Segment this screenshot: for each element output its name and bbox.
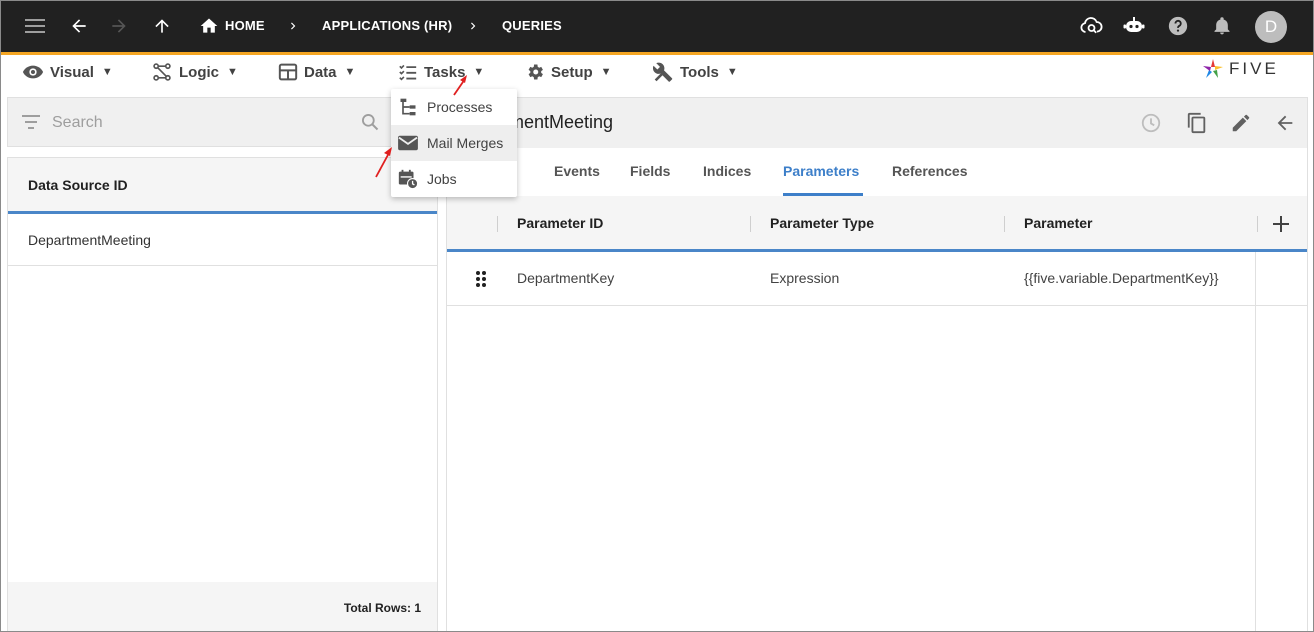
cloud-search-icon[interactable] <box>1079 14 1103 38</box>
menu-visual[interactable]: Visual ▼ <box>22 61 113 83</box>
cell-parameter-type: Expression <box>770 270 840 286</box>
column-separator[interactable] <box>750 216 751 232</box>
add-plus-icon[interactable] <box>1272 215 1290 233</box>
data-source-list: Data Source ID DepartmentMeeting Total R… <box>7 157 438 631</box>
caret-down-icon: ▼ <box>473 66 485 78</box>
caret-down-icon: ▼ <box>344 66 356 78</box>
drag-handle-icon[interactable] <box>475 270 487 288</box>
annotation-arrow-tasks <box>453 75 467 96</box>
search-input[interactable]: Search <box>52 114 103 132</box>
record-title: mentMeeting <box>509 112 614 132</box>
app-window: HOME APPLICATIONS (HR) QUERIES D Visual … <box>0 0 1314 632</box>
menu-tools[interactable]: Tools ▼ <box>653 61 738 83</box>
tab-references[interactable]: References <box>892 163 968 179</box>
column-header-parameter-type[interactable]: Parameter Type <box>770 215 874 231</box>
chevron-right-icon <box>281 14 305 38</box>
chevron-right-icon <box>461 14 485 38</box>
list-item[interactable]: DepartmentMeeting <box>8 214 437 266</box>
list-item-label: DepartmentMeeting <box>28 232 151 248</box>
help-icon[interactable] <box>1166 14 1190 38</box>
grid-column-divider <box>1255 252 1256 631</box>
process-flow-icon <box>396 95 420 119</box>
column-header-parameter-id[interactable]: Parameter ID <box>517 215 603 231</box>
caret-down-icon: ▼ <box>726 66 738 78</box>
menu-tasks[interactable]: Tasks ▼ <box>398 61 484 83</box>
five-logo: FIVE <box>1201 57 1279 81</box>
detail-tabs: l Events Fields Indices Parameters Refer… <box>447 148 1307 196</box>
chatbot-icon[interactable] <box>1122 14 1146 38</box>
menu-visual-label: Visual <box>50 63 94 81</box>
column-header-parameter[interactable]: Parameter <box>1024 215 1093 231</box>
column-separator[interactable] <box>1257 216 1258 232</box>
tab-fields[interactable]: Fields <box>630 163 670 179</box>
gear-icon <box>528 64 543 80</box>
five-logo-text: FIVE <box>1229 59 1279 78</box>
list-footer: Total Rows: 1 <box>8 582 437 631</box>
column-header-data-source-id: Data Source ID <box>28 177 128 193</box>
edit-pencil-icon[interactable] <box>1230 112 1252 134</box>
back-arrow-icon[interactable] <box>1274 112 1296 134</box>
cell-parameter-id: DepartmentKey <box>517 270 615 286</box>
eye-icon <box>22 65 44 79</box>
five-logo-mark-icon <box>1203 59 1223 78</box>
user-avatar[interactable]: D <box>1255 11 1287 43</box>
search-icon[interactable] <box>360 112 380 132</box>
menu-item-label: Mail Merges <box>427 135 504 151</box>
top-app-bar: HOME APPLICATIONS (HR) QUERIES D <box>1 1 1313 52</box>
calendar-clock-icon <box>396 167 420 191</box>
home-icon[interactable] <box>197 14 221 38</box>
hamburger-menu-icon[interactable] <box>23 14 47 38</box>
cell-parameter: {{five.variable.DepartmentKey}} <box>1024 270 1219 286</box>
back-arrow-icon[interactable] <box>67 14 91 38</box>
menu-logic-label: Logic <box>179 63 219 81</box>
menu-setup-label: Setup <box>551 63 593 81</box>
up-arrow-icon[interactable] <box>150 14 174 38</box>
menu-item-label: Processes <box>427 99 493 115</box>
forward-arrow-icon[interactable] <box>107 14 131 38</box>
tasks-dropdown-menu: Processes Mail Merges Jobs <box>391 89 517 197</box>
caret-down-icon: ▼ <box>101 66 113 78</box>
annotation-arrow-mail-merges <box>375 147 392 178</box>
caret-down-icon: ▼ <box>227 66 238 78</box>
table-row[interactable]: DepartmentKey Expression {{five.variable… <box>447 252 1307 306</box>
menu-tools-label: Tools <box>680 63 719 81</box>
table-grid-icon <box>278 63 298 81</box>
history-clock-icon[interactable] <box>1140 112 1162 134</box>
filter-icon[interactable] <box>22 114 40 130</box>
menu-bar: Visual ▼ Logic ▼ Data ▼ Tasks ▼ Setup ▼ … <box>1 55 1313 91</box>
mail-envelope-icon <box>396 131 420 155</box>
tab-indices[interactable]: Indices <box>703 163 751 179</box>
total-rows-label: Total Rows: 1 <box>343 601 421 615</box>
task-checklist-icon <box>399 64 417 81</box>
copy-icon[interactable] <box>1186 111 1208 135</box>
menu-data-label: Data <box>304 63 337 81</box>
column-separator[interactable] <box>497 216 498 232</box>
tools-wrench-icon <box>653 62 673 82</box>
logic-flow-icon <box>153 63 171 81</box>
caret-down-icon: ▼ <box>600 66 612 78</box>
menu-data[interactable]: Data ▼ <box>278 61 355 83</box>
detail-header: mentMeeting <box>447 98 1307 148</box>
column-separator[interactable] <box>1004 216 1005 232</box>
menu-item-label: Jobs <box>427 171 457 187</box>
breadcrumb-applications[interactable]: APPLICATIONS (HR) <box>322 18 452 33</box>
breadcrumb-home[interactable]: HOME <box>225 18 265 33</box>
tab-events[interactable]: Events <box>554 163 600 179</box>
menu-logic[interactable]: Logic ▼ <box>151 61 238 83</box>
notifications-bell-icon[interactable] <box>1210 14 1234 38</box>
menu-item-jobs[interactable]: Jobs <box>391 161 517 197</box>
search-bar[interactable]: Search <box>7 97 437 147</box>
menu-setup[interactable]: Setup ▼ <box>525 61 612 83</box>
breadcrumb-queries[interactable]: QUERIES <box>502 18 562 33</box>
menu-item-mail-merges[interactable]: Mail Merges <box>391 125 517 161</box>
record-detail-panel: mentMeeting l Events Fields Indices Para… <box>446 97 1308 631</box>
tab-parameters[interactable]: Parameters <box>783 163 859 179</box>
parameters-grid-header: Parameter ID Parameter Type Parameter <box>447 196 1307 252</box>
